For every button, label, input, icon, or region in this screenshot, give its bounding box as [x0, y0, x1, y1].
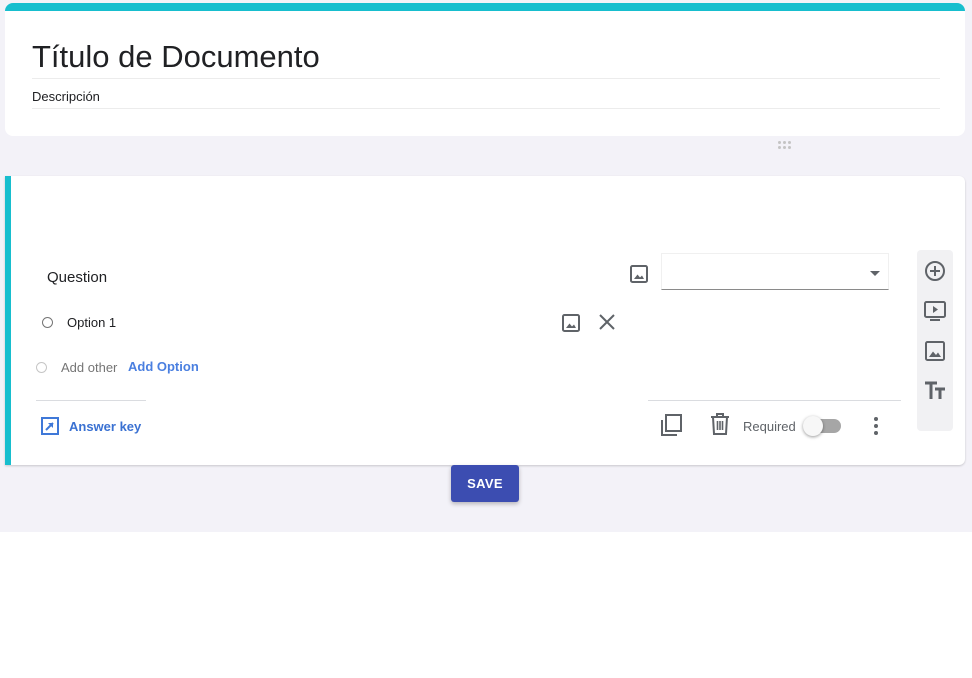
- toggle-thumb: [803, 416, 823, 436]
- more-options-icon[interactable]: [868, 415, 884, 437]
- answer-key-label: Answer key: [69, 418, 142, 434]
- required-label: Required: [743, 419, 796, 434]
- add-other-radio: [36, 362, 47, 373]
- form-header-card: Título de Documento Descripción: [5, 3, 965, 136]
- answer-key-icon: [41, 417, 59, 435]
- document-description[interactable]: Descripción: [32, 89, 100, 104]
- text-title-icon[interactable]: [923, 379, 947, 403]
- chevron-down-icon: [870, 271, 880, 276]
- option-label[interactable]: Option 1: [67, 315, 116, 330]
- description-underline: [32, 108, 940, 109]
- header-accent-bar: [5, 3, 965, 11]
- add-other-link[interactable]: Add other: [61, 360, 117, 375]
- title-underline: [32, 78, 940, 79]
- duplicate-copy-icon[interactable]: [659, 413, 683, 437]
- required-toggle[interactable]: [803, 416, 841, 436]
- option-radio: [42, 317, 53, 328]
- answer-key-button[interactable]: Answer key: [41, 415, 141, 437]
- question-card: Question Option 1 Add other Add Option A…: [5, 176, 965, 465]
- side-toolbar: [917, 250, 953, 431]
- question-type-select[interactable]: [661, 253, 889, 290]
- add-circle-icon[interactable]: [923, 259, 947, 283]
- add-image-icon[interactable]: [629, 264, 649, 284]
- video-icon[interactable]: [923, 299, 947, 323]
- question-title[interactable]: Question: [47, 269, 107, 286]
- option-image-icon[interactable]: [561, 313, 581, 333]
- drag-handle-icon[interactable]: [778, 141, 792, 151]
- remove-option-close-icon[interactable]: [597, 312, 617, 332]
- delete-trash-icon[interactable]: [709, 412, 731, 436]
- image-icon[interactable]: [923, 339, 947, 363]
- form-editor-canvas: Título de Documento Descripción Question…: [0, 0, 972, 532]
- footer-divider-left: [36, 400, 146, 401]
- save-button[interactable]: SAVE: [451, 465, 519, 502]
- document-title[interactable]: Título de Documento: [32, 39, 320, 75]
- add-option-button[interactable]: Add Option: [128, 359, 199, 374]
- footer-divider-right: [648, 400, 901, 401]
- question-accent-bar: [5, 176, 11, 465]
